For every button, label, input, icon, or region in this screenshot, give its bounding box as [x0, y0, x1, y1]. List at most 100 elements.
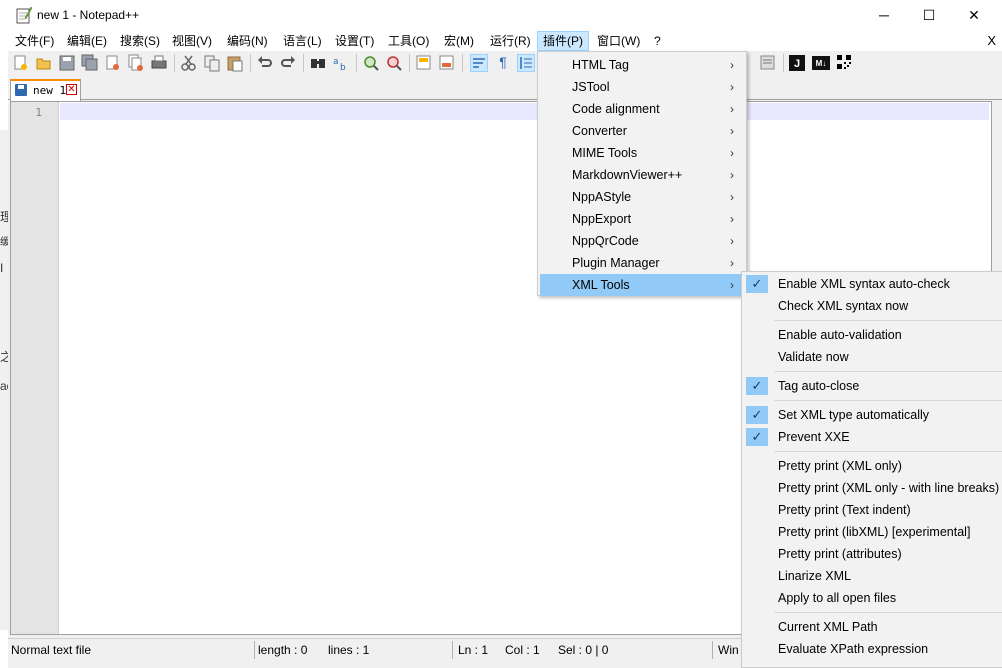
menu-item-enable-auto-validation[interactable]: Enable auto-validation — [744, 324, 1002, 346]
menu-item-label: XML Tools — [572, 278, 630, 292]
submenu-arrow-icon: › — [730, 168, 734, 182]
print-icon[interactable] — [150, 54, 168, 72]
redo-icon[interactable] — [279, 54, 297, 72]
submenu-arrow-icon: › — [730, 190, 734, 204]
menu-item-validate-now[interactable]: Validate now — [744, 346, 1002, 368]
submenu-arrow-icon: › — [730, 256, 734, 270]
menu-item-pretty-print-libxml[interactable]: Pretty print (libXML) [experimental] — [744, 521, 1002, 543]
submenu-arrow-icon: › — [730, 278, 734, 292]
menu-macro[interactable]: 宏(M) — [439, 31, 479, 51]
status-eol: Win — [718, 643, 739, 657]
menu-item-nppqrcode[interactable]: NppQrCode › — [540, 230, 744, 252]
status-sel: Sel : 0 | 0 — [558, 643, 609, 657]
close-window-button[interactable]: ✕ — [951, 0, 997, 31]
menu-item-html-tag[interactable]: HTML Tag › — [540, 54, 744, 76]
menu-item-label: Enable XML syntax auto-check — [778, 277, 950, 291]
menu-item-code-alignment[interactable]: Code alignment › — [540, 98, 744, 120]
zoom-in-icon[interactable] — [362, 54, 380, 72]
menu-item-label: Pretty print (XML only - with line break… — [778, 481, 1000, 495]
menu-run[interactable]: 运行(R) — [485, 31, 536, 51]
menu-item-apply-all-files[interactable]: Apply to all open files — [744, 587, 1002, 609]
menu-item-label: JSTool — [572, 80, 610, 94]
menu-item-nppastyle[interactable]: NppAStyle › — [540, 186, 744, 208]
menu-window[interactable]: 窗口(W) — [592, 31, 645, 51]
menu-item-label: Code alignment — [572, 102, 660, 116]
submenu-arrow-icon: › — [730, 124, 734, 138]
menu-edit[interactable]: 编辑(E) — [62, 31, 112, 51]
copy-icon[interactable] — [203, 54, 221, 72]
plugins-menu: HTML Tag › JSTool › Code alignment › Conver… — [537, 51, 747, 296]
maximize-button[interactable]: ☐ — [906, 0, 952, 31]
replace-icon[interactable]: ab — [332, 54, 350, 73]
title-bar: new 1 - Notepad++ ─ ☐ ✕ — [8, 0, 1002, 31]
menu-item-mime-tools[interactable]: MIME Tools › — [540, 142, 744, 164]
toolbar-separator — [303, 54, 304, 72]
menu-file[interactable]: 文件(F) — [10, 31, 59, 51]
menu-item-current-xml-path[interactable]: Current XML Path — [744, 616, 1002, 638]
menu-item-jstool[interactable]: JSTool › — [540, 76, 744, 98]
save-icon[interactable] — [58, 54, 76, 72]
menu-item-label: Pretty print (XML only) — [778, 459, 902, 473]
menu-item-check-syntax-now[interactable]: Check XML syntax now — [744, 295, 1002, 317]
menu-bar: 文件(F) 编辑(E) 搜索(S) 视图(V) 编码(N) 语言(L) 设置(T… — [8, 31, 1002, 51]
show-all-chars-icon[interactable]: ¶ — [494, 54, 512, 72]
zoom-out-icon[interactable] — [385, 54, 403, 72]
cut-icon[interactable] — [180, 54, 198, 72]
open-file-icon[interactable] — [35, 54, 53, 72]
submenu-arrow-icon: › — [730, 146, 734, 160]
menu-item-enable-syntax-autocheck[interactable]: ✓ Enable XML syntax auto-check — [744, 273, 1002, 295]
menu-separator — [774, 400, 1002, 401]
menu-plugins[interactable]: 插件(P) — [537, 31, 589, 51]
menu-item-tag-auto-close[interactable]: ✓ Tag auto-close — [744, 375, 1002, 397]
menu-language[interactable]: 语言(L) — [278, 31, 327, 51]
menu-item-plugin-manager[interactable]: Plugin Manager › — [540, 252, 744, 274]
menu-item-label: Converter — [572, 124, 627, 138]
menu-item-set-xml-type[interactable]: ✓ Set XML type automatically — [744, 404, 1002, 426]
minimize-button[interactable]: ─ — [861, 0, 907, 31]
menu-item-nppexport[interactable]: NppExport › — [540, 208, 744, 230]
menu-encoding[interactable]: 编码(N) — [222, 31, 273, 51]
menu-item-pretty-print-xml[interactable]: Pretty print (XML only) — [744, 455, 1002, 477]
xml-tools-submenu: ✓ Enable XML syntax auto-check Check XML … — [741, 271, 1002, 668]
toolbar-separator — [409, 54, 410, 72]
save-all-icon[interactable] — [81, 54, 99, 72]
close-file-icon[interactable] — [104, 54, 122, 72]
status-col: Col : 1 — [505, 643, 540, 657]
menu-item-converter[interactable]: Converter › — [540, 120, 744, 142]
close-all-icon[interactable] — [127, 54, 145, 72]
find-icon[interactable] — [309, 54, 327, 72]
menu-item-pretty-print-text-indent[interactable]: Pretty print (Text indent) — [744, 499, 1002, 521]
jstool-icon[interactable]: J — [789, 55, 805, 71]
menu-search[interactable]: 搜索(S) — [115, 31, 165, 51]
menu-item-xml-tools[interactable]: XML Tools › — [540, 274, 744, 296]
menu-help[interactable]: ? — [649, 31, 666, 51]
menu-settings[interactable]: 设置(T) — [330, 31, 379, 51]
document-map-icon[interactable] — [759, 54, 777, 72]
qrcode-icon[interactable] — [836, 54, 854, 72]
status-ln: Ln : 1 — [458, 643, 489, 657]
word-wrap-icon[interactable] — [470, 54, 488, 72]
menu-item-pretty-print-linebreaks[interactable]: Pretty print (XML only - with line break… — [744, 477, 1002, 499]
background-text: I — [0, 261, 4, 275]
toolbar-separator — [356, 54, 357, 72]
markdown-icon[interactable]: M↓ — [812, 56, 830, 70]
tab-new-1[interactable]: new 1 ✕ — [10, 79, 81, 101]
menu-item-evaluate-xpath[interactable]: Evaluate XPath expression — [744, 638, 1002, 660]
close-document-button[interactable]: X — [987, 31, 996, 51]
tab-close-icon[interactable]: ✕ — [66, 84, 77, 95]
sync-horizontal-icon[interactable] — [438, 54, 456, 72]
menu-item-prevent-xxe[interactable]: ✓ Prevent XXE — [744, 426, 1002, 448]
new-file-icon[interactable] — [12, 54, 30, 72]
menu-item-label: Set XML type automatically — [778, 408, 929, 422]
menu-item-linarize-xml[interactable]: Linarize XML — [744, 565, 1002, 587]
sync-vertical-icon[interactable] — [415, 54, 433, 72]
menu-item-markdownviewer[interactable]: MarkdownViewer++ › — [540, 164, 744, 186]
menu-separator — [774, 371, 1002, 372]
paste-icon[interactable] — [226, 54, 244, 72]
menu-item-pretty-print-attributes[interactable]: Pretty print (attributes) — [744, 543, 1002, 565]
menu-view[interactable]: 视图(V) — [167, 31, 217, 51]
menu-tools[interactable]: 工具(O) — [383, 31, 434, 51]
menu-item-label: NppQrCode — [572, 234, 639, 248]
indent-guide-icon[interactable] — [517, 54, 535, 72]
undo-icon[interactable] — [256, 54, 274, 72]
